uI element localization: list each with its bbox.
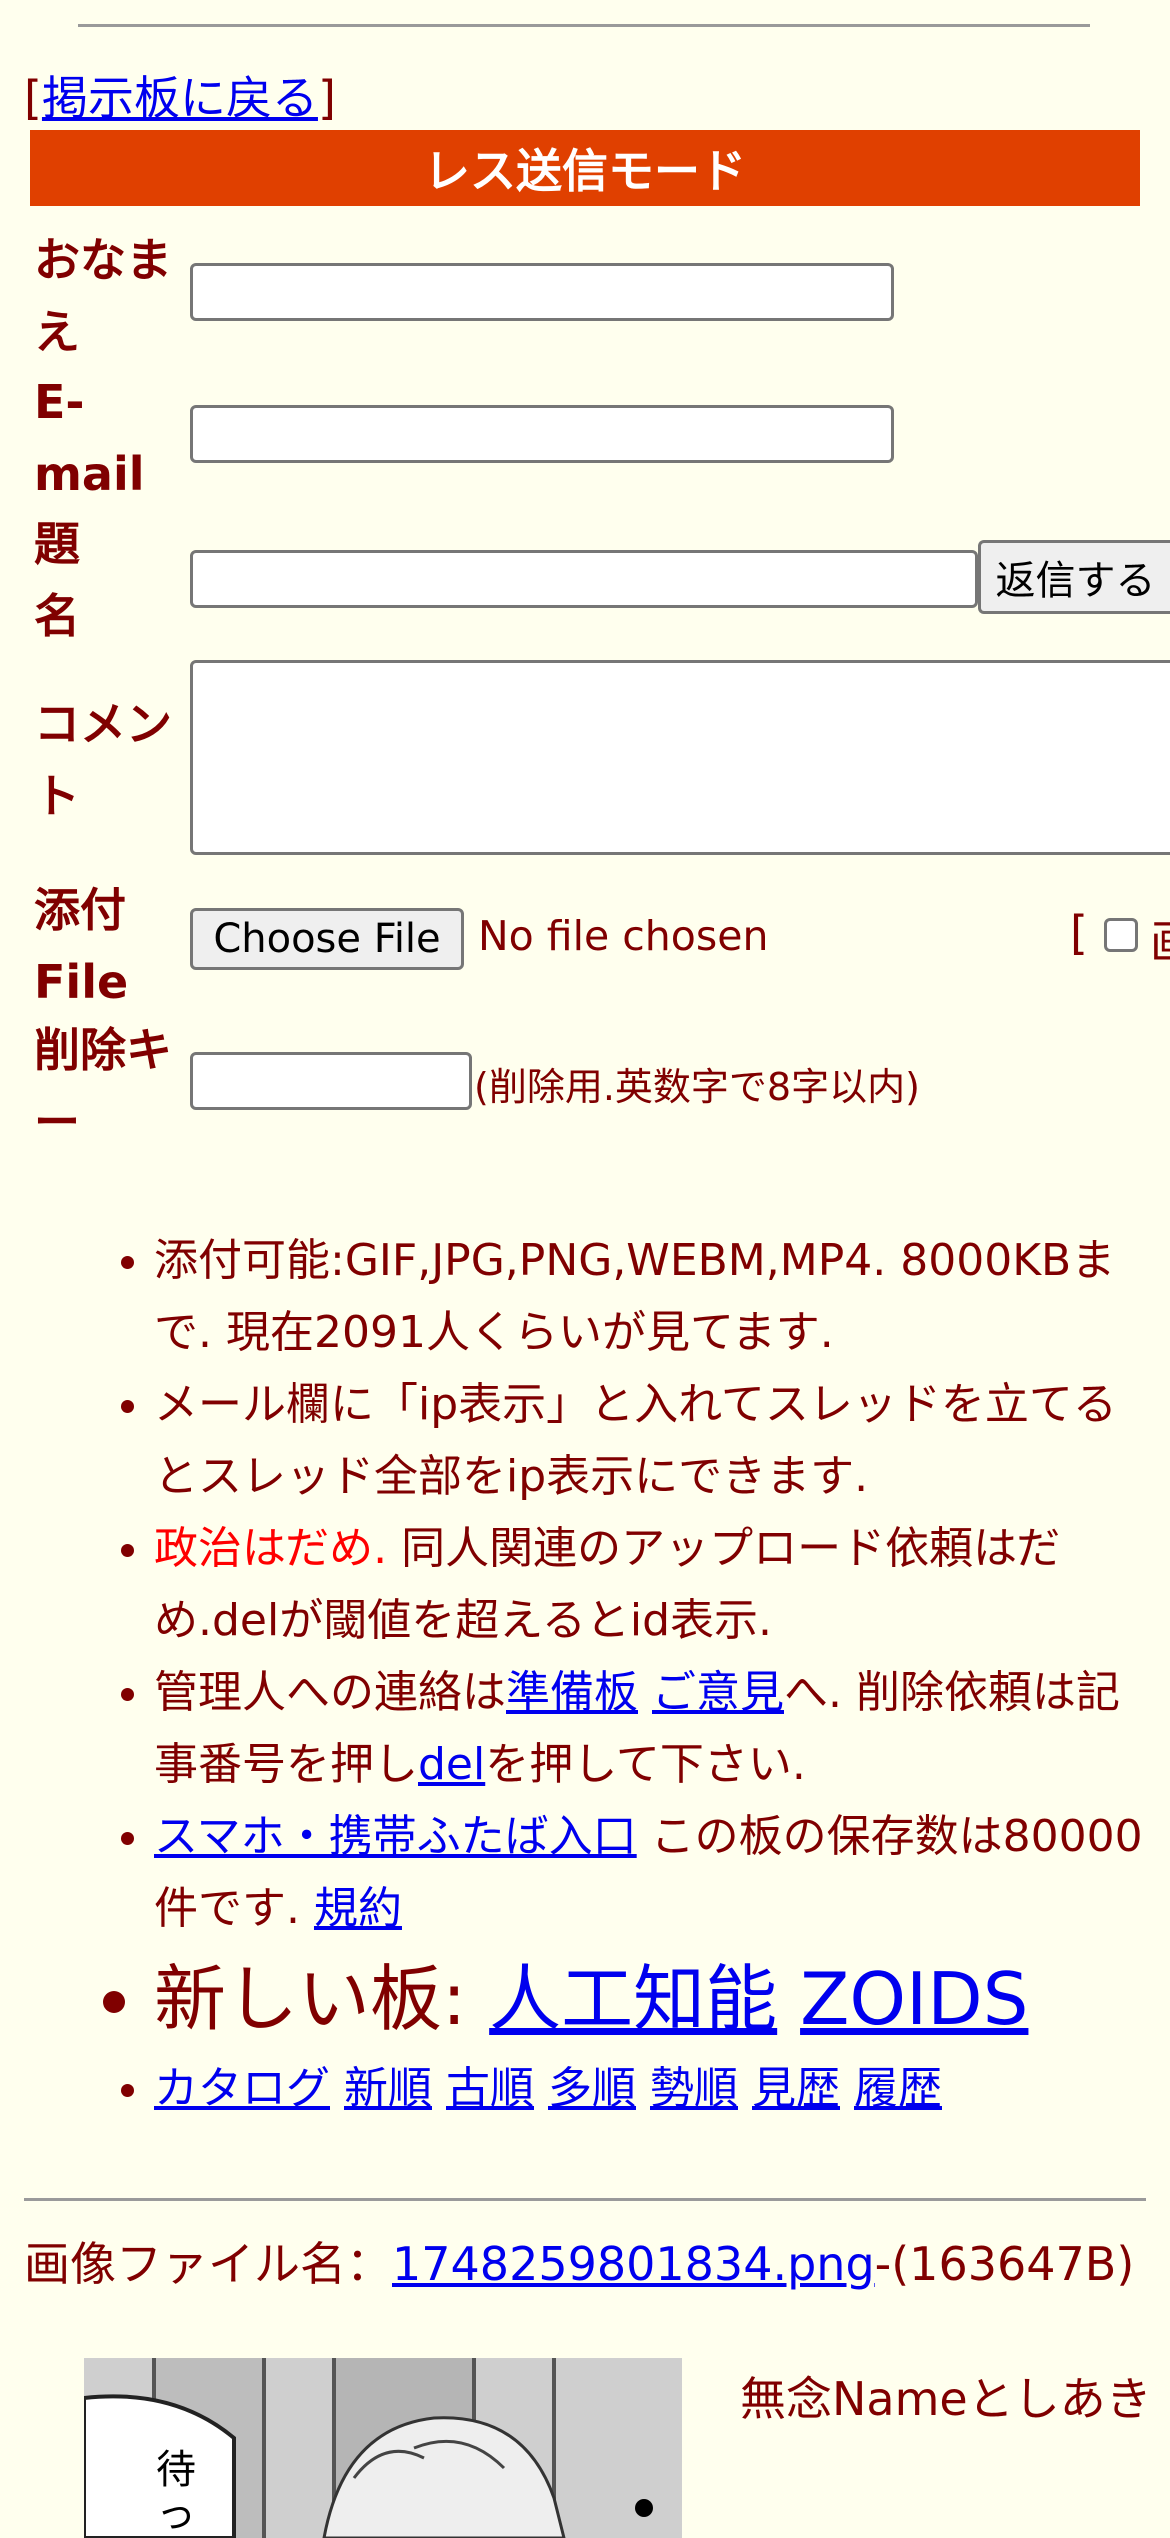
sort-oldest-link[interactable]: 古順 [446,2063,534,2114]
rule-contact-end: を押して下さい. [485,1739,806,1790]
bracket-open: [ [24,71,42,125]
subject-label: 題名 [34,517,80,643]
del-link[interactable]: del [418,1739,485,1790]
rule-politics: 政治はだめ. 同人関連のアップロード依頼はだめ.delが閾値を超えるとid表示. [154,1513,1154,1657]
image-option-bracket: [ [1070,906,1088,960]
comment-label: コメント [34,697,172,823]
delete-key-label: 削除キー [34,1023,172,1149]
submit-reply-button[interactable]: 返信する [978,540,1170,614]
board-rules-list: 添付可能:GIF,JPG,PNG,WEBM,MP4. 8000KBまで. 現在2… [0,1225,1154,2125]
rule-politics-warning: 政治はだめ. [154,1523,388,1574]
rule-ip-display-text: メール欄に「ip表示」と入れてスレッドを立てるとスレッド全部をip表示にできます… [154,1379,1117,1502]
email-label: E-mail [34,375,145,501]
image-option-label: 画 [1150,906,1170,972]
back-to-board-link[interactable]: 掲示板に戻る [42,71,318,125]
poster-name: 無念Nameとしあき [740,2372,1152,2426]
name-input[interactable] [190,263,894,321]
name-label: おなまえ [34,233,172,359]
submit-reply-label: 返信する [995,558,1156,604]
rule-attachments-text: 添付可能:GIF,JPG,PNG,WEBM,MP4. 8000KBまで. 現在2… [154,1235,1116,1358]
post-history-link[interactable]: 履歴 [854,2063,942,2114]
feedback-link[interactable]: ご意見 [652,1667,784,1718]
image-file-label: 画像ファイル名： [24,2237,392,2291]
prep-board-link[interactable]: 準備板 [506,1667,638,1718]
image-file-info: 画像ファイル名：1748259801834.png-(163647B) [24,2234,1154,2294]
rule-mobile: スマホ・携帯ふたば入口 この板の保存数は80000件です. 規約 [154,1801,1154,1945]
rule-attachments: 添付可能:GIF,JPG,PNG,WEBM,MP4. 8000KBまで. 現在2… [154,1225,1154,1369]
image-file-link[interactable]: 1748259801834.png [392,2237,875,2291]
terms-link[interactable]: 規約 [314,1883,402,1934]
sort-links-item: カタログ 新順 古順 多順 勢順 見歴 履歴 [154,2053,1154,2125]
sort-most-link[interactable]: 多順 [548,2063,636,2114]
zoids-board-link[interactable]: ZOIDS [800,1957,1028,2041]
sort-newest-link[interactable]: 新順 [344,2063,432,2114]
choose-file-label: Choose File [213,916,441,962]
new-boards-item: 新しい板: 人工知能 ZOIDS [154,1945,1154,2053]
rule-ip-display: メール欄に「ip表示」と入れてスレッドを立てるとスレッド全部をip表示にできます… [154,1369,1154,1513]
view-history-link[interactable]: 見歴 [752,2063,840,2114]
reply-mode-banner: レス送信モード [30,130,1140,206]
delete-key-hint: (削除用.英数字で8字以内) [474,1065,920,1109]
back-nav: [掲示板に戻る] [24,62,336,128]
section-divider [24,2198,1146,2201]
sort-momentum-link[interactable]: 勢順 [650,2063,738,2114]
rule-contact: 管理人への連絡は準備板 ご意見へ. 削除依頼は記事番号を押しdelを押して下さい… [154,1657,1154,1801]
email-input[interactable] [190,405,894,463]
subject-input[interactable] [190,550,978,608]
rule-contact-text: 管理人への連絡は [154,1667,506,1718]
delete-key-input[interactable] [190,1052,472,1110]
image-file-size: -(163647B) [874,2237,1135,2291]
new-boards-label: 新しい板: [154,1957,490,2041]
bracket-close: ] [317,71,336,125]
catalog-link[interactable]: カタログ [154,2063,330,2114]
choose-file-button[interactable]: Choose File [190,908,464,970]
image-option-checkbox[interactable] [1104,918,1138,952]
comment-textarea[interactable] [190,660,1170,855]
reply-mode-title: レス送信モード [424,144,746,198]
speech-bubble-text: 待っ [156,2447,196,2537]
top-divider [78,24,1090,27]
post-thumbnail[interactable]: 待っ [84,2358,682,2538]
file-label: 添付File [34,883,129,1009]
mobile-entrance-link[interactable]: スマホ・携帯ふたば入口 [154,1811,637,1862]
ai-board-link[interactable]: 人工知能 [489,1957,777,2041]
no-file-status: No file chosen [478,912,769,960]
